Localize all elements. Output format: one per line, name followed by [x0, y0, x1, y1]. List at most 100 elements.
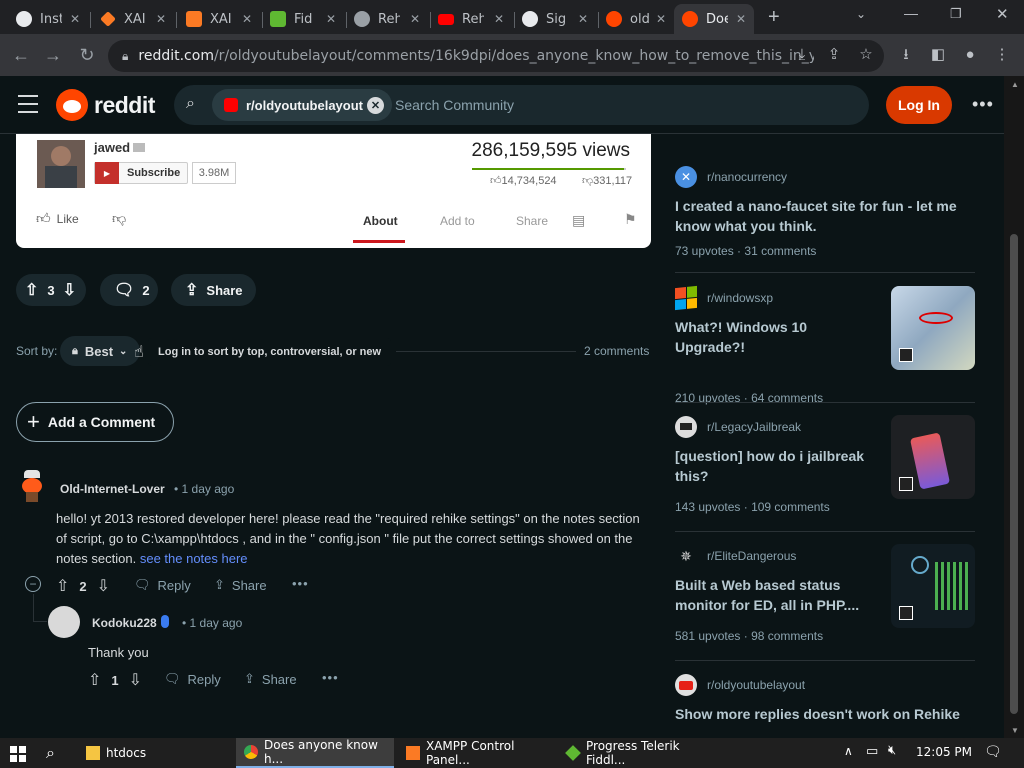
close-icon[interactable]: ✕ — [326, 12, 336, 26]
flag-icon[interactable]: ⚑ — [624, 211, 637, 228]
hamburger-menu-icon[interactable] — [18, 95, 38, 113]
embed-like-button[interactable]: 👍︎ Like — [36, 210, 79, 227]
more-options-icon[interactable]: ••• — [292, 576, 309, 591]
forward-button[interactable]: → — [42, 44, 64, 66]
post-thumbnail[interactable] — [891, 415, 975, 499]
avatar[interactable] — [48, 606, 80, 638]
network-icon[interactable]: ▭ — [866, 744, 878, 759]
browser-tab[interactable]: Reh ✕ — [430, 4, 512, 34]
side-panel-icon[interactable]: ◧ — [928, 45, 948, 65]
related-post-title[interactable]: [question] how do i jailbreak this? — [675, 446, 875, 486]
related-post-title[interactable]: I created a nano-faucet site for fun - l… — [675, 196, 975, 236]
share-button[interactable]: ⇪ Share — [214, 577, 267, 593]
post-share-button[interactable]: ⇪ Share — [171, 274, 256, 306]
close-icon[interactable]: ✕ — [578, 12, 588, 26]
subscribe-button[interactable]: ▶ Subscribe — [94, 162, 188, 184]
close-icon[interactable]: ✕ — [410, 12, 420, 26]
search-icon[interactable]: ⌕ — [46, 743, 55, 763]
new-tab-button[interactable]: + — [768, 6, 780, 29]
more-options-icon[interactable]: ••• — [322, 670, 339, 685]
transcript-icon[interactable]: ▤ — [572, 212, 585, 229]
windows-start-icon[interactable] — [10, 746, 26, 762]
menu-dots-icon[interactable]: ⋮ — [992, 45, 1012, 65]
embed-tab-share[interactable]: Share — [516, 214, 548, 228]
browser-tab[interactable]: XAI ✕ — [178, 4, 260, 34]
comment-author[interactable]: Kodoku228 — [92, 616, 157, 630]
embed-dislike-button[interactable]: 👎︎ — [112, 210, 126, 227]
minimize-button[interactable]: — — [904, 5, 918, 21]
reddit-logo[interactable]: reddit — [56, 89, 155, 121]
channel-name[interactable]: jawed — [94, 140, 130, 155]
login-button[interactable]: Log In — [886, 86, 952, 124]
downvote-icon[interactable]: ⇩ — [129, 670, 142, 690]
browser-tab[interactable]: Sig ✕ — [514, 4, 596, 34]
avatar[interactable] — [18, 470, 46, 502]
install-icon[interactable]: ⤓ — [792, 45, 812, 65]
add-comment-button[interactable]: + Add a Comment — [16, 402, 174, 442]
related-post-sub[interactable]: r/oldyoutubelayout — [675, 674, 975, 696]
close-icon[interactable]: ✕ — [156, 12, 166, 26]
related-post-sub[interactable]: ✕ r/nanocurrency — [675, 166, 975, 188]
taskbar-app-active[interactable]: Does anyone know h... — [236, 738, 394, 768]
reply-button[interactable]: 🗨︎ Reply — [134, 577, 191, 593]
page-scrollbar[interactable]: ▲ ▼ — [1004, 76, 1024, 742]
chevron-down-icon[interactable]: ⌄ — [856, 7, 866, 21]
window-close-button[interactable]: ✕ — [996, 5, 1009, 23]
taskbar-clock[interactable]: 12:05 PM — [916, 745, 972, 759]
browser-tab[interactable]: old ✕ — [598, 4, 674, 34]
browser-tab[interactable]: XAI ✕ — [92, 4, 174, 34]
comment-author[interactable]: Old-Internet-Lover — [60, 482, 165, 496]
related-post[interactable]: r/oldyoutubelayout Show more replies doe… — [675, 674, 975, 724]
embed-tab-add-to[interactable]: Add to — [440, 214, 475, 228]
browser-tab-active[interactable]: Doe ✕ — [674, 4, 754, 34]
sort-dropdown[interactable]: 🔒︎ Best ⌄ — [60, 336, 140, 366]
browser-tab[interactable]: Inst ✕ — [8, 4, 88, 34]
volume-muted-icon[interactable]: 🔇︎ — [888, 743, 896, 758]
post-thumbnail[interactable] — [891, 286, 975, 370]
taskbar-app[interactable]: Progress Telerik Fiddl... — [558, 738, 712, 768]
notifications-icon[interactable]: 🗨︎ — [984, 744, 1002, 760]
downvote-icon[interactable]: ⇩ — [63, 280, 76, 300]
collapse-thread-icon[interactable]: − — [25, 576, 41, 592]
related-post-title[interactable]: Built a Web based status monitor for ED,… — [675, 575, 875, 615]
post-comments-button[interactable]: 🗨︎ 2 — [100, 274, 158, 306]
bookmark-star-icon[interactable]: ☆ — [856, 45, 876, 65]
share-icon[interactable]: ⇪ — [824, 45, 844, 65]
close-icon[interactable]: ✕ — [736, 12, 746, 26]
restore-button[interactable]: ❐ — [950, 6, 962, 22]
share-button[interactable]: ⇪ Share — [244, 671, 297, 687]
reply-button[interactable]: 🗨︎ Reply — [164, 671, 221, 687]
upvote-icon[interactable]: ⇧ — [25, 280, 38, 300]
related-post-meta: 143 upvotes · 109 comments — [675, 500, 830, 514]
search-input[interactable]: Search Community — [395, 97, 514, 113]
search-bar[interactable]: ⌕ r/oldyoutubelayout ✕ Search Community — [174, 85, 869, 125]
subreddit-filter-chip[interactable]: r/oldyoutubelayout ✕ — [212, 89, 392, 121]
downvote-icon[interactable]: ⇩ — [97, 576, 110, 596]
youtube-embed[interactable]: jawed ▶ Subscribe 3.98M 286,159,595 view… — [16, 134, 651, 248]
related-post-title[interactable]: What?! Windows 10 Upgrade?! — [675, 317, 875, 357]
related-post-title[interactable]: Show more replies doesn't work on Rehike — [675, 704, 975, 724]
download-icon[interactable]: ⭳ — [896, 45, 916, 65]
reload-button[interactable]: ↻ — [76, 44, 98, 66]
more-options-icon[interactable]: ••• — [972, 94, 994, 115]
chevron-up-icon[interactable]: ∧ — [844, 744, 853, 758]
address-bar[interactable]: 🔒︎ reddit.com/r/oldyoutubelayout/comment… — [108, 40, 884, 72]
upvote-icon[interactable]: ⇧ — [88, 670, 101, 690]
back-button[interactable]: ← — [10, 44, 32, 66]
related-post[interactable]: ✕ r/nanocurrency I created a nano-faucet… — [675, 166, 975, 258]
scrollbar-thumb[interactable] — [1010, 234, 1018, 714]
taskbar-app[interactable]: htdocs — [78, 738, 230, 768]
browser-tab[interactable]: Reh ✕ — [346, 4, 428, 34]
clear-chip-icon[interactable]: ✕ — [367, 96, 384, 114]
browser-tab[interactable]: Fid ✕ — [262, 4, 344, 34]
embed-tab-about[interactable]: About — [363, 214, 398, 228]
close-icon[interactable]: ✕ — [656, 12, 666, 26]
post-thumbnail[interactable] — [891, 544, 975, 628]
profile-icon[interactable]: ● — [960, 45, 980, 65]
upvote-icon[interactable]: ⇧ — [56, 576, 69, 596]
close-icon[interactable]: ✕ — [242, 12, 252, 26]
close-icon[interactable]: ✕ — [70, 12, 80, 26]
taskbar-app[interactable]: XAMPP Control Panel... — [398, 738, 554, 768]
comment-link[interactable]: see the notes here — [140, 551, 248, 566]
close-icon[interactable]: ✕ — [494, 12, 504, 26]
